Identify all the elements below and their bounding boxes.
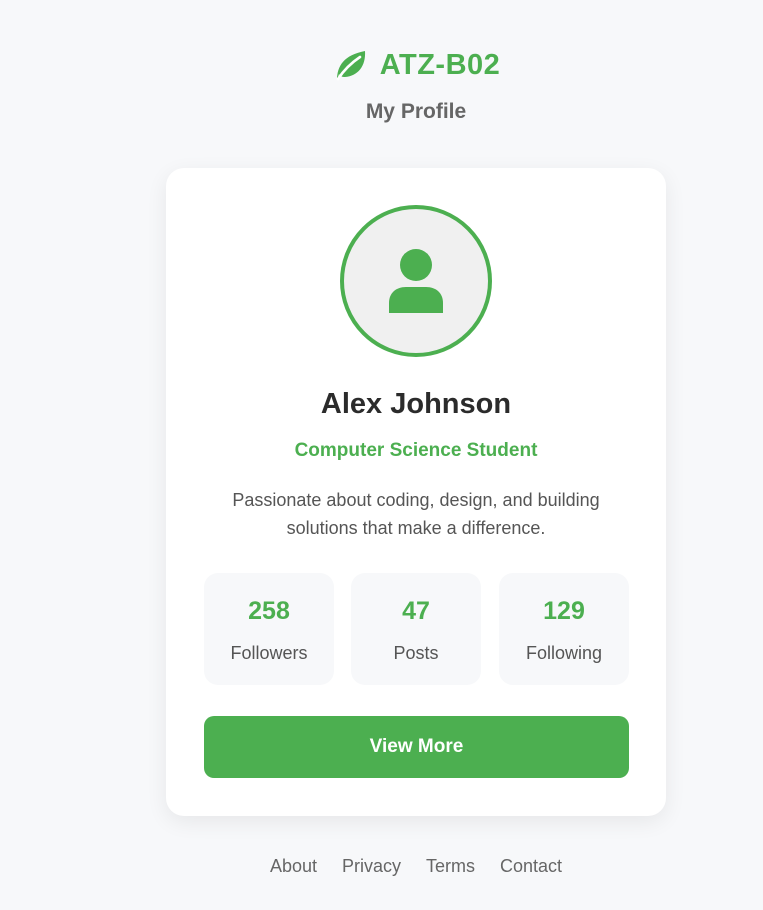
footer-nav: About Privacy Terms Contact <box>0 856 763 877</box>
view-more-button[interactable]: View More <box>204 716 629 778</box>
stat-posts: 47 Posts <box>351 573 481 685</box>
brand-header: ATZ-B02 <box>0 46 763 84</box>
footer-link-about[interactable]: About <box>270 856 317 877</box>
leaf-icon <box>332 46 370 84</box>
stat-value: 258 <box>248 597 290 625</box>
footer-link-contact[interactable]: Contact <box>500 856 562 877</box>
stat-following: 129 Following <box>499 573 629 685</box>
footer-link-privacy[interactable]: Privacy <box>342 856 401 877</box>
stat-followers: 258 Followers <box>204 573 334 685</box>
stat-label: Posts <box>393 643 439 663</box>
stat-label: Followers <box>230 643 308 663</box>
stat-value: 47 <box>402 597 430 625</box>
profile-name: Alex Johnson <box>320 388 512 420</box>
profile-role: Computer Science Student <box>294 440 538 461</box>
stat-value: 129 <box>543 597 585 625</box>
profile-bio: Passionate about coding, design, and bui… <box>232 490 600 538</box>
brand-name: ATZ-B02 <box>379 48 501 81</box>
user-icon <box>389 249 443 313</box>
stat-label: Following <box>525 643 603 663</box>
page-title: My Profile <box>365 100 467 123</box>
footer-link-terms[interactable]: Terms <box>426 856 475 877</box>
avatar <box>340 205 492 357</box>
profile-card: Alex Johnson Computer Science Student Pa… <box>166 168 666 816</box>
